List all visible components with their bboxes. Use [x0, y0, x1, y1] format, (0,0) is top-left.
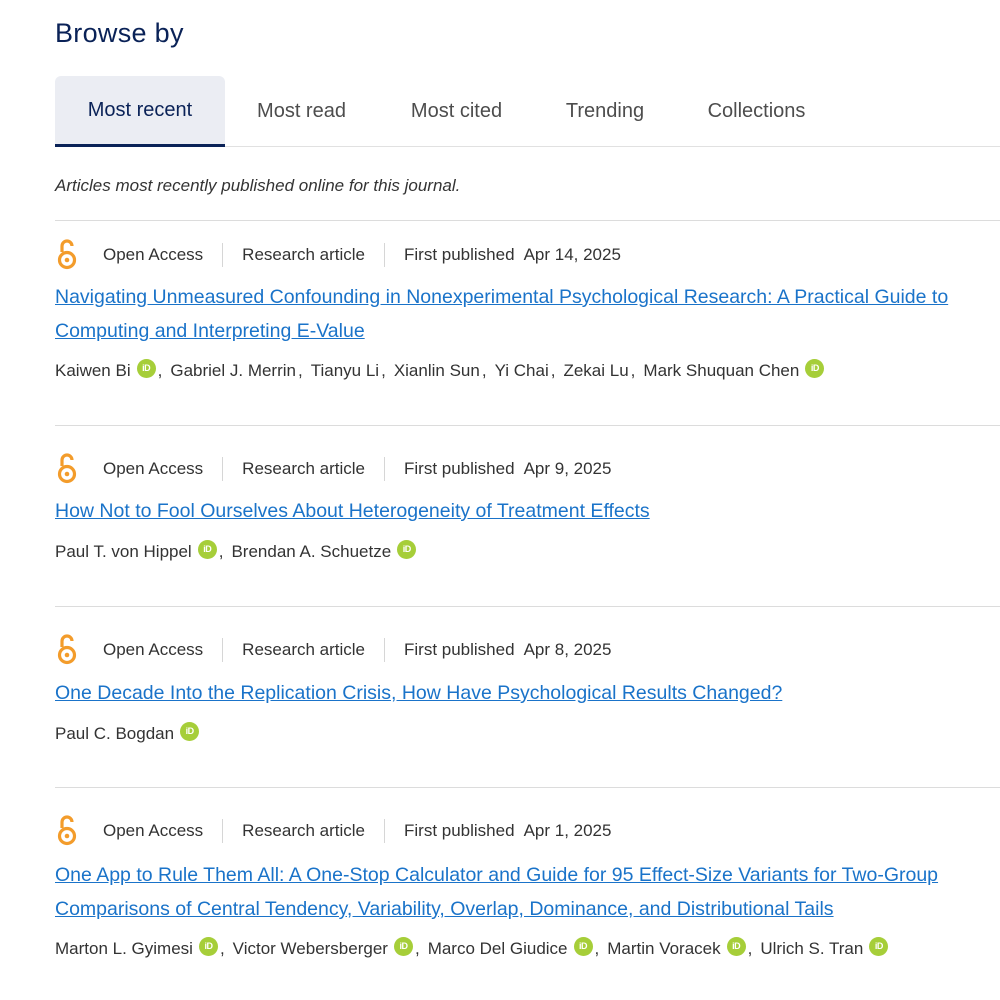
article-type: Research article	[242, 640, 365, 659]
orcid-icon[interactable]: iD	[136, 358, 156, 378]
title-line: Computing and Interpreting E-Value	[55, 320, 365, 342]
published-info: First published Apr 9, 2025	[385, 459, 630, 479]
published-info: First published Apr 8, 2025	[385, 640, 630, 660]
author-separator: ,	[481, 361, 487, 380]
orcid-icon[interactable]: iD	[393, 936, 413, 956]
author-name[interactable]: Paul T. von Hippel	[55, 542, 192, 562]
tab-collections[interactable]: Collections	[675, 76, 838, 146]
article-title-link[interactable]: Navigating Unmeasured Confounding in Non…	[55, 280, 948, 348]
published-label: First published	[404, 640, 515, 659]
article-type: Research article	[242, 245, 365, 264]
author-separator: ,	[594, 939, 600, 958]
published-info: First published Apr 14, 2025	[385, 245, 640, 265]
author-separator: ,	[297, 361, 303, 380]
title-line: How Not to Fool Ourselves About Heteroge…	[55, 500, 650, 522]
open-access-icon	[55, 634, 81, 666]
orcid-icon[interactable]: iD	[573, 936, 593, 956]
article-item: Open Access Research article First publi…	[55, 606, 1000, 788]
orcid-icon[interactable]: iD	[397, 539, 417, 559]
author-separator: ,	[550, 361, 556, 380]
article-meta: Open Access Research article First publi…	[55, 634, 630, 666]
open-access-icon	[55, 815, 81, 847]
published-date: Apr 14, 2025	[523, 245, 621, 264]
article-type: Research article	[242, 459, 365, 478]
access-label: Open Access	[103, 821, 204, 840]
author-name[interactable]: Gabriel J. Merrin	[170, 361, 296, 381]
article-item: Open Access Research article First publi…	[55, 425, 1000, 607]
author-name[interactable]: Victor Webersberger	[233, 939, 388, 959]
author-name[interactable]: Paul C. Bogdan	[55, 724, 174, 744]
title-line: Navigating Unmeasured Confounding in Non…	[55, 286, 949, 308]
published-label: First published	[404, 459, 515, 478]
author-separator: ,	[157, 361, 163, 380]
published-date: Apr 9, 2025	[523, 459, 612, 478]
author-list: Paul C. Bogdan iD	[55, 721, 200, 744]
author-name[interactable]: Brendan A. Schuetze	[231, 542, 391, 562]
author-name[interactable]: Mark Shuquan Chen	[643, 361, 799, 381]
published-date: Apr 1, 2025	[523, 821, 612, 840]
article-title-link[interactable]: One App to Rule Them All: A One-Stop Cal…	[55, 858, 938, 926]
published-info: First published Apr 1, 2025	[385, 821, 630, 841]
open-access-icon	[55, 453, 81, 485]
article-title-link[interactable]: One Decade Into the Replication Crisis, …	[55, 676, 782, 710]
title-line: One App to Rule Them All: A One-Stop Cal…	[55, 864, 939, 886]
title-line: One Decade Into the Replication Crisis, …	[55, 682, 783, 704]
orcid-icon[interactable]: iD	[198, 936, 218, 956]
tab-trending[interactable]: Trending	[535, 76, 675, 146]
author-list: Kaiwen Bi iD , Gabriel J. Merrin , Tiany…	[55, 358, 825, 381]
orcid-icon[interactable]: iD	[180, 721, 200, 741]
orcid-icon[interactable]: iD	[805, 358, 825, 378]
published-date: Apr 8, 2025	[523, 640, 612, 659]
article-meta: Open Access Research article First publi…	[55, 239, 640, 271]
browse-tabs: Most recent Most read Most cited Trendin…	[55, 76, 1000, 147]
title-line: Comparisons of Central Tendency, Variabi…	[55, 898, 834, 920]
author-name[interactable]: Marton L. Gyimesi	[55, 939, 193, 959]
author-separator: ,	[747, 939, 753, 958]
article-title-link[interactable]: How Not to Fool Ourselves About Heteroge…	[55, 494, 650, 528]
tab-most-recent[interactable]: Most recent	[55, 76, 225, 147]
author-name[interactable]: Ulrich S. Tran	[760, 939, 863, 959]
author-name[interactable]: Xianlin Sun	[394, 361, 480, 381]
author-separator: ,	[219, 939, 225, 958]
published-label: First published	[404, 821, 515, 840]
author-separator: ,	[381, 361, 386, 380]
tab-most-cited[interactable]: Most cited	[378, 76, 535, 146]
orcid-icon[interactable]: iD	[869, 936, 889, 956]
article-item: Open Access Research article First publi…	[55, 787, 1000, 1000]
tab-most-read[interactable]: Most read	[225, 76, 378, 146]
article-item: Open Access Research article First publi…	[55, 220, 1000, 426]
open-access-icon	[55, 239, 81, 271]
browse-page: Browse by Most recent Most read Most cit…	[0, 0, 1000, 999]
access-label: Open Access	[103, 459, 204, 478]
author-name[interactable]: Kaiwen Bi	[55, 361, 131, 381]
orcid-icon[interactable]: iD	[197, 539, 217, 559]
author-separator: ,	[218, 542, 224, 561]
author-name[interactable]: Martin Voracek	[607, 939, 720, 959]
access-label: Open Access	[103, 245, 204, 264]
author-separator: ,	[630, 361, 636, 380]
article-type: Research article	[242, 821, 365, 840]
author-list: Marton L. Gyimesi iD , Victor Webersberg…	[55, 936, 889, 959]
author-separator: ,	[414, 939, 420, 958]
author-name[interactable]: Zekai Lu	[563, 361, 628, 381]
author-name[interactable]: Marco Del Giudice	[428, 939, 568, 959]
author-name[interactable]: Yi Chai	[495, 361, 549, 381]
tab-description: Articles most recently published online …	[55, 176, 461, 195]
orcid-icon[interactable]: iD	[726, 936, 746, 956]
article-meta: Open Access Research article First publi…	[55, 815, 630, 847]
access-label: Open Access	[103, 640, 204, 659]
browse-heading: Browse by	[55, 18, 184, 48]
author-list: Paul T. von Hippel iD , Brendan A. Schue…	[55, 539, 417, 562]
published-label: First published	[404, 245, 515, 264]
author-name[interactable]: Tianyu Li	[311, 361, 379, 381]
article-meta: Open Access Research article First publi…	[55, 453, 630, 485]
